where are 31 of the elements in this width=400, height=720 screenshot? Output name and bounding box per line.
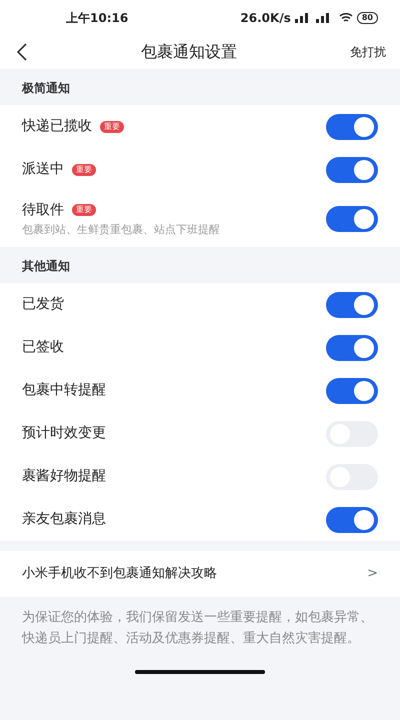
do-not-disturb-link[interactable]: 免打扰	[350, 43, 386, 61]
setting-description: 包裹到站、生鲜贵重包裹、站点下班提醒	[22, 222, 220, 238]
toggle-switch[interactable]	[326, 206, 378, 232]
important-badge: 重要	[72, 164, 96, 176]
setting-label: 已发货	[22, 295, 64, 314]
section-title: 其他通知	[21, 258, 71, 275]
toggle-switch[interactable]	[326, 506, 378, 532]
status-time: 上午10:16	[66, 10, 128, 26]
setting-label: 包裹中转提醒	[22, 381, 106, 400]
setting-label: 裹酱好物提醒	[22, 467, 106, 486]
network-speed: 26.0K/s	[240, 10, 291, 26]
setting-label: 已签收	[22, 338, 64, 357]
toggle-switch[interactable]	[326, 378, 378, 404]
toggle-switch[interactable]	[326, 114, 378, 140]
chevron-icon: >	[367, 564, 378, 584]
section-title: 极简通知	[20, 80, 71, 97]
help-link[interactable]: 小米手机收不到包裹通知解决攻略	[22, 564, 217, 584]
toggle-switch[interactable]	[326, 156, 378, 182]
setting-label: 待取件	[22, 200, 64, 220]
important-badge: 重要	[100, 120, 124, 132]
setting-label: 派送中	[22, 160, 64, 179]
toggle-switch[interactable]	[326, 292, 378, 318]
setting-label: 快递已揽收	[22, 117, 92, 136]
wifi-icon	[338, 12, 353, 23]
setting-label: 亲友包裹消息	[22, 510, 106, 529]
footnote-text: 为保证您的体验，我们保留发送一些重要提醒，如包裹异常、快递员上门提醒、活动及优惠券提醒、重大自然灾害提醒。	[20, 609, 374, 648]
page-title: 包裹通知设置	[141, 41, 237, 63]
important-badge: 重要	[72, 204, 96, 216]
setting-label: 预计时效变更	[22, 424, 106, 443]
back-icon[interactable]	[16, 43, 28, 61]
toggle-switch[interactable]	[326, 334, 378, 360]
